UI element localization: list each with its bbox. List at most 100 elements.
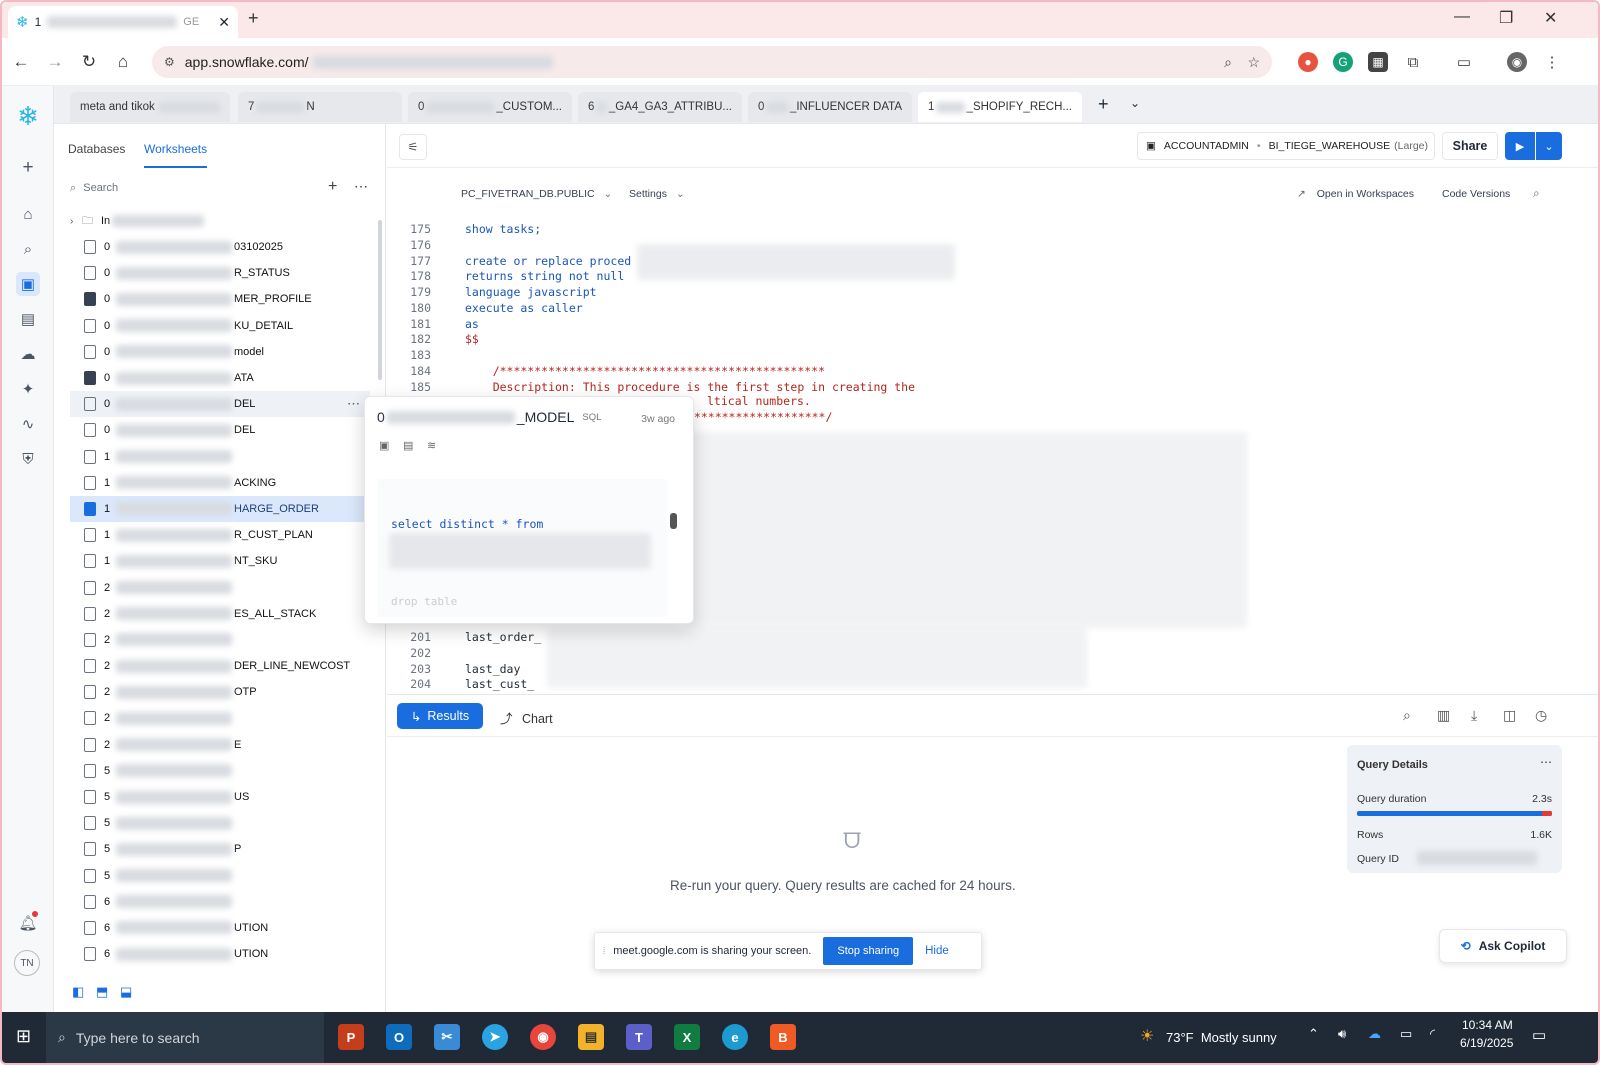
worksheet-item[interactable]: 2 bbox=[70, 574, 370, 600]
profile-avatar[interactable]: ◉ bbox=[1507, 52, 1527, 72]
teams-icon[interactable]: T bbox=[626, 1024, 652, 1050]
edge-icon[interactable]: e bbox=[722, 1024, 748, 1050]
extension-icon[interactable]: ▦ bbox=[1368, 52, 1388, 72]
bookmark-star-icon[interactable]: ☆ bbox=[1247, 54, 1260, 71]
run-button[interactable]: ▶ bbox=[1505, 132, 1535, 160]
worksheet-item[interactable]: 0 R_STATUS bbox=[70, 260, 370, 286]
item-more-icon[interactable]: ⋯ bbox=[347, 396, 360, 412]
results-tab[interactable]: ↳ Results bbox=[397, 703, 483, 729]
add-worksheet-button[interactable]: + bbox=[328, 178, 337, 196]
share-button[interactable]: Share bbox=[1442, 132, 1498, 160]
worksheet-item[interactable]: 2 bbox=[70, 705, 370, 731]
split-view-icon[interactable]: ◫ bbox=[1503, 707, 1516, 724]
search-nav-icon[interactable]: ⌕ bbox=[16, 237, 40, 261]
results-search-icon[interactable]: ⌕ bbox=[1403, 707, 1411, 724]
add-worksheet-icon[interactable]: + bbox=[1098, 94, 1109, 115]
stop-sharing-button[interactable]: Stop sharing bbox=[823, 937, 914, 965]
show-hidden-icons[interactable]: ⌃ bbox=[1308, 1026, 1319, 1042]
database-selector[interactable]: PC_FIVETRAN_DB.PUBLIC ⌄ bbox=[461, 188, 612, 200]
filter-settings-icon[interactable]: ⚟ bbox=[399, 134, 427, 160]
worksheet-item[interactable]: 0 KU_DETAIL bbox=[70, 313, 370, 339]
worksheet-tab[interactable]: 0 _INFLUENCER DATA bbox=[748, 92, 912, 122]
tab-search-icon[interactable]: ▭ bbox=[1454, 52, 1474, 72]
worksheet-item[interactable]: 5 bbox=[70, 810, 370, 836]
worksheet-item[interactable]: 2 DER_LINE_NEWCOST bbox=[70, 653, 370, 679]
worksheet-tab[interactable]: meta and tikok bbox=[70, 92, 230, 122]
worksheet-item[interactable]: 1 bbox=[70, 444, 370, 470]
history-icon[interactable]: ◷ bbox=[1535, 707, 1547, 724]
taskbar-search[interactable]: ⌕ Type here to search bbox=[46, 1012, 324, 1063]
worksheet-item[interactable]: 0 MER_PROFILE bbox=[70, 286, 370, 312]
worksheet-item[interactable]: 2 OTP bbox=[70, 679, 370, 705]
snipping-tool-icon[interactable]: ✂ bbox=[434, 1024, 460, 1050]
browser-menu-icon[interactable]: ⋮ bbox=[1542, 52, 1562, 72]
hide-button[interactable]: Hide bbox=[925, 945, 949, 957]
worksheet-item[interactable]: 2E bbox=[70, 732, 370, 758]
ai-ml-nav-icon[interactable]: ✦ bbox=[16, 377, 40, 401]
worksheet-item[interactable]: 5P bbox=[70, 836, 370, 862]
worksheet-item[interactable]: 0 DEL ⋯ bbox=[70, 391, 370, 418]
worksheet-item[interactable]: 5 bbox=[70, 863, 370, 889]
panel-bottom-icon[interactable]: ⬓ bbox=[120, 984, 132, 1000]
sidebar-scrollbar[interactable] bbox=[378, 220, 382, 380]
back-icon[interactable]: ← bbox=[4, 52, 38, 72]
notification-center-icon[interactable]: ▭ bbox=[1532, 1026, 1546, 1044]
worksheet-item[interactable]: 0 DEL bbox=[70, 417, 370, 443]
brave-extension-icon[interactable]: ● bbox=[1298, 52, 1318, 72]
tab-databases[interactable]: Databases bbox=[68, 142, 125, 156]
battery-icon[interactable]: ▭ bbox=[1400, 1026, 1412, 1042]
file-explorer-icon[interactable]: ▤ bbox=[578, 1024, 604, 1050]
worksheet-item[interactable]: 2 bbox=[70, 627, 370, 653]
panel-top-icon[interactable]: ⬒ bbox=[96, 984, 108, 1000]
worksheet-tab[interactable]: 0 _CUSTOM... bbox=[408, 92, 572, 122]
admin-nav-icon[interactable]: ⛨ bbox=[16, 447, 40, 471]
worksheet-item[interactable]: 5 US bbox=[70, 784, 370, 810]
folder-row[interactable]: › 🗀︎ In bbox=[70, 208, 370, 234]
popup-scrollbar[interactable] bbox=[670, 513, 677, 529]
worksheet-item[interactable]: 6 bbox=[70, 889, 370, 915]
clock-date[interactable]: 6/19/2025 bbox=[1460, 1036, 1513, 1050]
drag-handle-icon[interactable]: ⦙ bbox=[603, 946, 605, 957]
panel-left-icon[interactable]: ◧ bbox=[72, 984, 84, 1000]
worksheet-item[interactable]: 1 ACKING bbox=[70, 470, 370, 496]
tabs-dropdown-icon[interactable]: ⌄ bbox=[1130, 96, 1140, 110]
volume-icon[interactable]: 🔊︎ bbox=[1338, 1026, 1346, 1042]
minimize-icon[interactable]: — bbox=[1454, 8, 1470, 26]
grammarly-extension-icon[interactable]: G bbox=[1333, 52, 1353, 72]
worksheet-tab-active[interactable]: 1 _SHOPIFY_RECH... bbox=[918, 92, 1082, 122]
reload-icon[interactable]: ↻ bbox=[72, 52, 106, 72]
marketplace-nav-icon[interactable]: ☁ bbox=[16, 342, 40, 366]
more-options-icon[interactable]: ⋯ bbox=[354, 178, 368, 195]
home-nav-icon[interactable]: ⌂ bbox=[16, 202, 40, 226]
new-tab-button[interactable]: + bbox=[248, 8, 259, 29]
worksheet-tab[interactable]: 6 _GA4_GA3_ATTRIBU... bbox=[578, 92, 742, 122]
worksheet-item[interactable]: 6 UTION bbox=[70, 941, 370, 967]
site-info-icon[interactable]: ⚙ bbox=[164, 55, 175, 69]
worksheet-item[interactable]: 5 bbox=[70, 758, 370, 784]
close-tab-icon[interactable]: ✕ bbox=[218, 14, 230, 31]
excel-icon[interactable]: X bbox=[674, 1024, 700, 1050]
open-in-workspaces-link[interactable]: ↗ Open in Workspaces bbox=[1297, 188, 1414, 200]
context-selector[interactable]: ▣ ACCOUNTADMIN • BI_TIEGE_WAREHOUSE (Lar… bbox=[1137, 132, 1435, 160]
snowflake-logo-icon[interactable]: ❄ bbox=[16, 101, 40, 131]
projects-nav-icon[interactable]: ▣ bbox=[16, 272, 40, 296]
zoom-icon[interactable]: ⌕ bbox=[1224, 54, 1232, 71]
close-window-icon[interactable]: ✕ bbox=[1544, 8, 1557, 28]
settings-dropdown[interactable]: Settings ⌄ bbox=[629, 188, 685, 200]
download-icon[interactable]: ⤓ bbox=[1471, 707, 1477, 724]
brave-icon[interactable]: B bbox=[770, 1024, 796, 1050]
worksheet-tab[interactable]: 7 N bbox=[238, 92, 402, 122]
search-input[interactable]: ⌕ Search bbox=[70, 182, 118, 195]
weather-text[interactable]: 73°F Mostly sunny bbox=[1166, 1030, 1277, 1045]
worksheet-item[interactable]: 1 R_CUST_PLAN bbox=[70, 522, 370, 548]
worksheet-item[interactable]: 0 ATA bbox=[70, 365, 370, 391]
powerpoint-icon[interactable]: P bbox=[338, 1024, 364, 1050]
worksheet-item[interactable]: 0 03102025 bbox=[70, 234, 370, 260]
home-icon[interactable]: ⌂ bbox=[106, 52, 140, 72]
data-nav-icon[interactable]: ▤ bbox=[16, 307, 40, 331]
worksheet-item[interactable]: 6 UTION bbox=[70, 915, 370, 941]
outlook-icon[interactable]: O bbox=[386, 1024, 412, 1050]
run-options-icon[interactable]: ⌄ bbox=[1536, 132, 1562, 160]
telegram-icon[interactable]: ➤ bbox=[482, 1024, 508, 1050]
ask-copilot-button[interactable]: ⟲ Ask Copilot bbox=[1439, 929, 1567, 963]
